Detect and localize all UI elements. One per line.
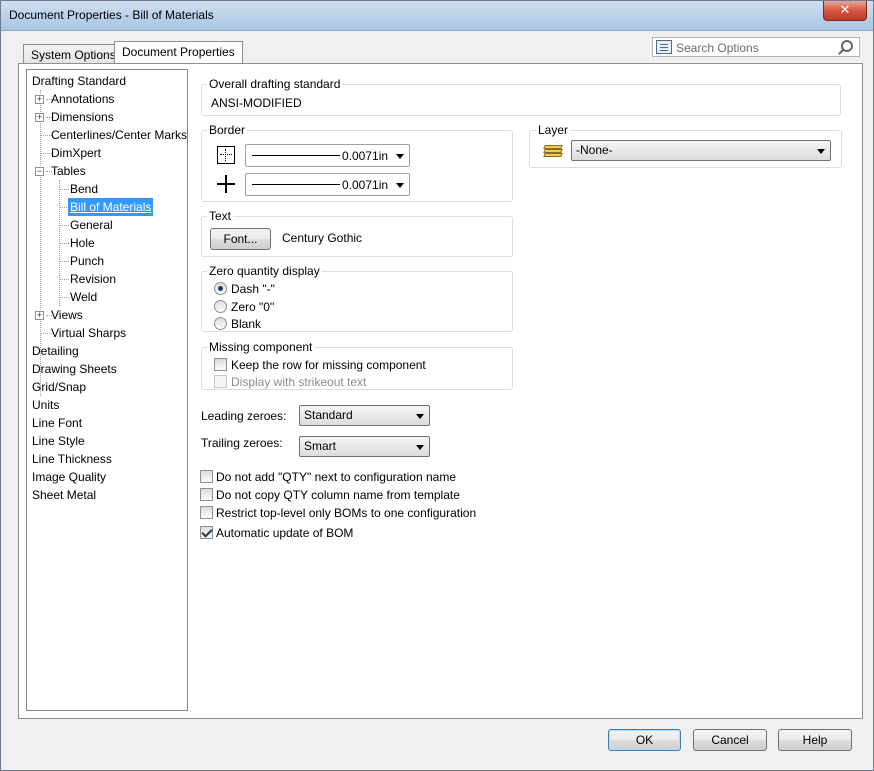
leading-zeroes-select[interactable]: Standard [299,405,430,426]
restrict-top-level-checkbox[interactable] [200,506,213,519]
inner-border-thickness-select[interactable]: 0.0071in [245,173,410,196]
tab-document-properties[interactable]: Document Properties [114,41,243,64]
no-copy-qty-column-checkbox[interactable] [200,488,213,501]
tree-item-bill-of-materials[interactable]: Bill of Materials [68,198,154,216]
help-button[interactable]: Help [778,729,852,751]
tree-item-hole[interactable]: Hole [68,234,97,252]
search-options-icon [656,40,672,54]
trailing-zeroes-select[interactable]: Smart [299,436,430,457]
blank-label: Blank [231,317,262,331]
no-copy-qty-column-label: Do not copy QTY column name from templat… [216,488,460,502]
title-bar[interactable]: Document Properties - Bill of Materials … [1,1,873,31]
overall-standard-value: ANSI-MODIFIED [211,96,302,110]
chevron-down-icon [416,414,424,419]
font-name: Century Gothic [282,231,363,245]
options-tree[interactable]: Drafting Standard + Annotations + Dimens… [26,69,188,711]
ok-button[interactable]: OK [608,729,681,751]
tree-item-general[interactable]: General [68,216,115,234]
overall-standard-label: Overall drafting standard [207,77,343,91]
window-title: Document Properties - Bill of Materials [9,8,214,22]
tree-item-grid-snap[interactable]: Grid/Snap [30,378,88,396]
tree-item-line-font[interactable]: Line Font [30,414,84,432]
chevron-down-icon [396,154,404,159]
tree-item-tables[interactable]: Tables [49,162,88,180]
zero-radio[interactable] [214,300,227,313]
search-box[interactable]: Search Options [652,37,860,57]
tab-system-options[interactable]: System Options [23,44,124,65]
tree-item-line-style[interactable]: Line Style [30,432,87,450]
tree-item-line-thickness[interactable]: Line Thickness [30,450,114,468]
no-qty-next-to-config-checkbox[interactable] [200,470,213,483]
collapse-icon[interactable]: − [35,167,44,176]
keep-row-checkbox[interactable] [214,358,227,371]
trailing-zeroes-label: Trailing zeroes: [201,436,283,450]
tree-item-bend[interactable]: Bend [68,180,100,198]
search-icon[interactable] [841,40,853,52]
tree-item-drawing-sheets[interactable]: Drawing Sheets [30,360,119,378]
layer-label: Layer [536,123,571,137]
chevron-down-icon [396,183,404,188]
missing-component-label: Missing component [207,340,315,354]
tree-item-annotations[interactable]: Annotations [49,90,116,108]
tree-item-views[interactable]: Views [49,306,85,324]
cancel-button[interactable]: Cancel [693,729,767,751]
inner-border-icon [217,175,235,193]
automatic-update-label: Automatic update of BOM [216,526,354,540]
automatic-update-checkbox[interactable] [200,526,213,539]
dash-radio[interactable] [214,282,227,295]
blank-radio[interactable] [214,317,227,330]
expand-icon[interactable]: + [35,311,44,320]
tree-item-sheet-metal[interactable]: Sheet Metal [30,486,98,504]
tree-item-units[interactable]: Units [30,396,61,414]
outer-border-value: 0.0071in [342,149,389,163]
tree-item-punch[interactable]: Punch [68,252,106,270]
dash-label: Dash "-" [231,282,275,296]
chevron-down-icon [817,149,825,154]
zero-quantity-label: Zero quantity display [207,264,322,278]
leading-zeroes-value: Standard [304,408,353,422]
no-qty-next-to-config-label: Do not add "QTY" next to configuration n… [216,470,456,484]
leading-zeroes-label: Leading zeroes: [201,409,287,423]
chevron-down-icon [416,445,424,450]
outer-border-thickness-select[interactable]: 0.0071in [245,144,410,167]
dialog-window: Document Properties - Bill of Materials … [0,0,874,771]
tree-item-dimxpert[interactable]: DimXpert [49,144,103,162]
tree-item-image-quality[interactable]: Image Quality [30,468,108,486]
trailing-zeroes-value: Smart [304,439,337,453]
tree-item-drafting-standard[interactable]: Drafting Standard [30,72,128,90]
expand-icon[interactable]: + [35,95,44,104]
tree-item-revision[interactable]: Revision [68,270,118,288]
zero-label: Zero "0" [231,300,275,314]
border-label: Border [207,123,248,137]
restrict-top-level-label: Restrict top-level only BOMs to one conf… [216,506,477,520]
expand-icon[interactable]: + [35,113,44,122]
keep-row-label: Keep the row for missing component [231,358,426,372]
font-button[interactable]: Font... [210,228,271,250]
strikeout-label: Display with strikeout text [231,375,367,389]
outer-border-icon [217,146,235,164]
layers-icon [543,145,563,157]
tree-item-centerlines[interactable]: Centerlines/Center Marks [49,126,187,144]
tree-item-weld[interactable]: Weld [68,288,99,306]
layer-value: -None- [576,143,613,157]
tree-item-detailing[interactable]: Detailing [30,342,81,360]
strikeout-checkbox[interactable] [214,375,227,388]
close-button[interactable]: ✕ [823,1,867,21]
inner-border-value: 0.0071in [342,178,389,192]
tree-item-dimensions[interactable]: Dimensions [49,108,116,126]
tree-item-virtual-sharps[interactable]: Virtual Sharps [49,324,128,342]
text-label: Text [207,209,234,223]
layer-select[interactable]: -None- [571,140,831,161]
search-input[interactable]: Search Options [676,41,759,55]
